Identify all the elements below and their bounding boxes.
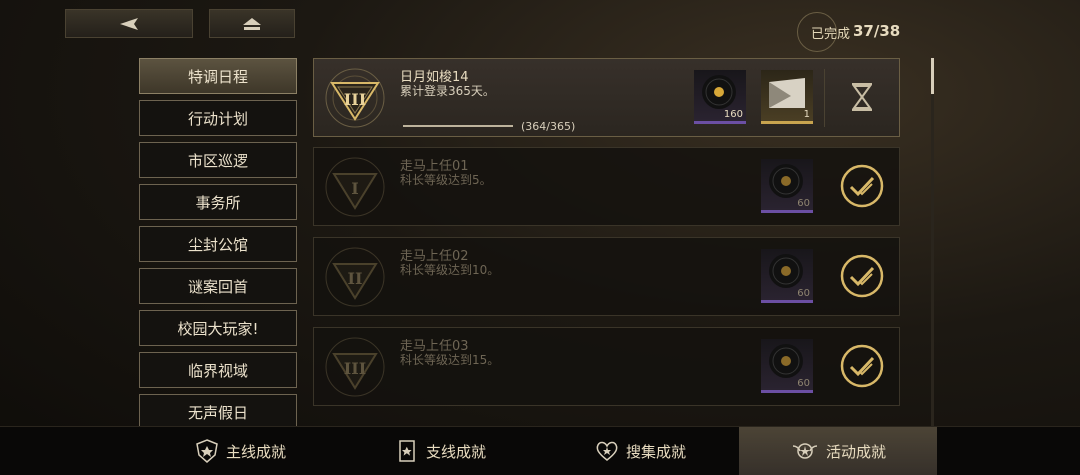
tab-label: 活动成就: [825, 442, 886, 461]
check-circle-icon: [840, 344, 884, 388]
achievement-card[interactable]: I 走马上任01 科长等级达到5。 60: [313, 147, 900, 226]
winged-emblem-icon: [792, 443, 818, 459]
tab-label: 搜集成就: [625, 442, 686, 461]
hourglass-icon: [852, 83, 872, 111]
category-item[interactable]: 行动计划: [139, 100, 297, 136]
category-item[interactable]: 特调日程: [139, 58, 297, 94]
category-item[interactable]: 谜案回首: [139, 268, 297, 304]
achievement-card[interactable]: III 日月如梭14 累计登录365天。 (364/365) 160 1: [313, 58, 900, 137]
reward-item[interactable]: 60: [761, 159, 813, 213]
reward-quantity: 1: [803, 109, 810, 120]
scroll-thumb[interactable]: [931, 58, 934, 94]
achievement-description: 科长等级达到5。: [400, 173, 492, 187]
category-item[interactable]: 尘封公馆: [139, 226, 297, 262]
svg-text:I: I: [351, 179, 358, 198]
check-circle-icon: [840, 164, 884, 208]
category-item[interactable]: 校园大玩家!: [139, 310, 297, 346]
svg-text:II: II: [348, 269, 363, 288]
reward-item[interactable]: 1: [761, 70, 813, 124]
category-list: 特调日程 行动计划 市区巡逻 事务所 尘封公馆 谜案回首 校园大玩家! 临界视域…: [139, 58, 297, 426]
back-arrow-icon: [120, 17, 138, 30]
tab-label: 支线成就: [425, 442, 486, 461]
reward-item[interactable]: 60: [761, 339, 813, 393]
card-icon: [399, 440, 415, 462]
reward-item[interactable]: 60: [761, 249, 813, 303]
achievement-card[interactable]: II 走马上任02 科长等级达到10。 60: [313, 237, 900, 316]
achievement-description: 科长等级达到15。: [400, 353, 500, 367]
check-circle-icon: [840, 254, 884, 298]
card-divider: [824, 69, 825, 127]
tab-side-achievements[interactable]: 支线成就: [360, 427, 520, 475]
tab-event-achievements[interactable]: 活动成就: [739, 427, 937, 475]
category-item[interactable]: 市区巡逻: [139, 142, 297, 178]
reward-quantity: 60: [797, 198, 810, 209]
achievement-card[interactable]: III 走马上任03 科长等级达到15。 60: [313, 327, 900, 406]
completed-count: 37/38: [853, 22, 901, 40]
svg-text:III: III: [344, 90, 366, 109]
category-item[interactable]: 无声假日: [139, 394, 297, 426]
svg-text:III: III: [344, 359, 366, 378]
rank-emblem-icon: III: [325, 337, 385, 397]
home-button[interactable]: [209, 9, 295, 38]
category-item[interactable]: 临界视域: [139, 352, 297, 388]
back-button[interactable]: [65, 9, 193, 38]
shield-icon: [196, 439, 218, 463]
tab-collection-achievements[interactable]: 搜集成就: [560, 427, 720, 475]
reward-quantity: 60: [797, 288, 810, 299]
progress-bar: [403, 125, 513, 127]
reward-quantity: 60: [797, 378, 810, 389]
reward-item[interactable]: 160: [694, 70, 746, 124]
tab-label: 主线成就: [225, 442, 286, 461]
category-item[interactable]: 事务所: [139, 184, 297, 220]
completed-label: 已完成: [811, 27, 851, 42]
rank-emblem-icon: II: [325, 247, 385, 307]
achievement-description: 科长等级达到10。: [400, 263, 500, 277]
rank-emblem-icon: I: [325, 157, 385, 217]
achievement-description: 累计登录365天。: [400, 84, 495, 98]
rank-emblem-icon: III: [325, 68, 385, 128]
bottom-tab-bar: 主线成就 支线成就 搜集成就 活动成就: [0, 426, 1080, 475]
tab-main-achievements[interactable]: 主线成就: [160, 427, 320, 475]
scrollbar[interactable]: [931, 58, 934, 426]
reward-quantity: 160: [723, 109, 743, 120]
progress-text: (364/365): [521, 120, 576, 133]
heart-icon: [596, 441, 618, 461]
home-icon: [243, 17, 261, 30]
